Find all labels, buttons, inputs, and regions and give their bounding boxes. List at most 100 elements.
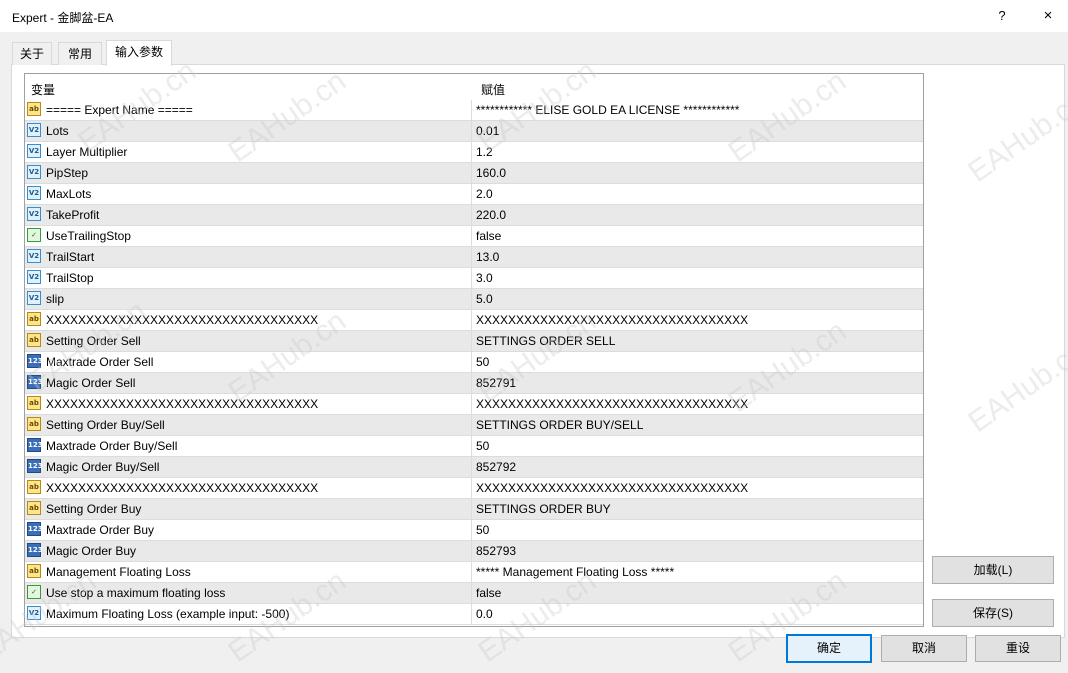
- variable-cell[interactable]: V2 Lots: [25, 121, 472, 141]
- variable-value[interactable]: XXXXXXXXXXXXXXXXXXXXXXXXXXXXXXXXXX: [476, 313, 748, 327]
- table-row[interactable]: 123 Magic Order Buy/Sell 852792: [25, 457, 923, 478]
- variable-value[interactable]: false: [476, 586, 501, 600]
- value-cell[interactable]: 160.0: [476, 163, 923, 183]
- table-row[interactable]: 123 Magic Order Buy 852793: [25, 541, 923, 562]
- variable-cell[interactable]: ab XXXXXXXXXXXXXXXXXXXXXXXXXXXXXXXXXX: [25, 478, 472, 498]
- table-row[interactable]: V2 Maximum Floating Loss (example input: …: [25, 604, 923, 625]
- value-cell[interactable]: SETTINGS ORDER SELL: [476, 331, 923, 351]
- variable-cell[interactable]: ab Management Floating Loss: [25, 562, 472, 582]
- value-cell[interactable]: 3.0: [476, 268, 923, 288]
- variable-cell[interactable]: ✓ UseTrailingStop: [25, 226, 472, 246]
- variable-value[interactable]: 2.0: [476, 187, 493, 201]
- cancel-button[interactable]: 取消: [881, 635, 967, 662]
- table-row[interactable]: 123 Maxtrade Order Sell 50: [25, 352, 923, 373]
- value-cell[interactable]: XXXXXXXXXXXXXXXXXXXXXXXXXXXXXXXXXX: [476, 310, 923, 330]
- value-cell[interactable]: 13.0: [476, 247, 923, 267]
- table-row[interactable]: V2 TakeProfit 220.0: [25, 205, 923, 226]
- table-row[interactable]: 123 Maxtrade Order Buy 50: [25, 520, 923, 541]
- variable-value[interactable]: 852791: [476, 376, 516, 390]
- table-row[interactable]: ab XXXXXXXXXXXXXXXXXXXXXXXXXXXXXXXXXX XXXX…: [25, 310, 923, 331]
- variable-value[interactable]: 50: [476, 439, 489, 453]
- variable-value[interactable]: false: [476, 229, 501, 243]
- value-cell[interactable]: 50: [476, 436, 923, 456]
- value-cell[interactable]: 0.0: [476, 604, 923, 624]
- value-cell[interactable]: 852793: [476, 541, 923, 561]
- table-row[interactable]: ab Setting Order Sell SETTINGS ORDER SELL: [25, 331, 923, 352]
- variable-value[interactable]: 852793: [476, 544, 516, 558]
- tab-about[interactable]: 关于: [12, 42, 52, 65]
- variable-cell[interactable]: ab ===== Expert Name =====: [25, 100, 472, 120]
- variable-cell[interactable]: ab Setting Order Buy: [25, 499, 472, 519]
- value-cell[interactable]: 0.01: [476, 121, 923, 141]
- tab-common[interactable]: 常用: [58, 42, 102, 65]
- value-cell[interactable]: 1.2: [476, 142, 923, 162]
- table-row[interactable]: V2 TrailStart 13.0: [25, 247, 923, 268]
- variable-value[interactable]: 3.0: [476, 271, 493, 285]
- column-header-variable[interactable]: 变量: [31, 81, 55, 98]
- value-cell[interactable]: ************ ELISE GOLD EA LICENSE *****…: [476, 100, 923, 120]
- variable-value[interactable]: XXXXXXXXXXXXXXXXXXXXXXXXXXXXXXXXXX: [476, 397, 748, 411]
- variable-cell[interactable]: V2 slip: [25, 289, 472, 309]
- reset-button[interactable]: 重设: [975, 635, 1061, 662]
- value-cell[interactable]: false: [476, 226, 923, 246]
- table-row[interactable]: V2 PipStep 160.0: [25, 163, 923, 184]
- variable-cell[interactable]: ab XXXXXXXXXXXXXXXXXXXXXXXXXXXXXXXXXX: [25, 394, 472, 414]
- table-row[interactable]: V2 Lots 0.01: [25, 121, 923, 142]
- value-cell[interactable]: SETTINGS ORDER BUY: [476, 499, 923, 519]
- variable-cell[interactable]: 123 Magic Order Buy: [25, 541, 472, 561]
- value-cell[interactable]: XXXXXXXXXXXXXXXXXXXXXXXXXXXXXXXXXX: [476, 478, 923, 498]
- variable-cell[interactable]: V2 MaxLots: [25, 184, 472, 204]
- variable-value[interactable]: 220.0: [476, 208, 506, 222]
- value-cell[interactable]: false: [476, 583, 923, 603]
- variable-value[interactable]: 0.01: [476, 124, 499, 138]
- value-cell[interactable]: ***** Management Floating Loss *****: [476, 562, 923, 582]
- value-cell[interactable]: 852791: [476, 373, 923, 393]
- table-row[interactable]: V2 TrailStop 3.0: [25, 268, 923, 289]
- ok-button[interactable]: 确定: [786, 634, 872, 663]
- variable-cell[interactable]: ✓ Use stop a maximum floating loss: [25, 583, 472, 603]
- save-button[interactable]: 保存(S): [932, 599, 1054, 627]
- variable-cell[interactable]: V2 TakeProfit: [25, 205, 472, 225]
- variable-value[interactable]: 0.0: [476, 607, 493, 621]
- variable-cell[interactable]: V2 PipStep: [25, 163, 472, 183]
- variable-cell[interactable]: 123 Maxtrade Order Buy/Sell: [25, 436, 472, 456]
- variable-value[interactable]: ************ ELISE GOLD EA LICENSE *****…: [476, 103, 739, 117]
- table-row[interactable]: ab Management Floating Loss ***** Manageme…: [25, 562, 923, 583]
- table-row[interactable]: V2 MaxLots 2.0: [25, 184, 923, 205]
- variable-value[interactable]: 5.0: [476, 292, 493, 306]
- variable-value[interactable]: 13.0: [476, 250, 499, 264]
- variable-cell[interactable]: V2 TrailStop: [25, 268, 472, 288]
- tab-inputs[interactable]: 输入参数: [106, 40, 172, 66]
- variable-cell[interactable]: ab XXXXXXXXXXXXXXXXXXXXXXXXXXXXXXXXXX: [25, 310, 472, 330]
- variable-cell[interactable]: 123 Maxtrade Order Buy: [25, 520, 472, 540]
- table-row[interactable]: ab Setting Order Buy/Sell SETTINGS ORDER B…: [25, 415, 923, 436]
- value-cell[interactable]: XXXXXXXXXXXXXXXXXXXXXXXXXXXXXXXXXX: [476, 394, 923, 414]
- variable-value[interactable]: XXXXXXXXXXXXXXXXXXXXXXXXXXXXXXXXXX: [476, 481, 748, 495]
- table-row[interactable]: V2 slip 5.0: [25, 289, 923, 310]
- value-cell[interactable]: 220.0: [476, 205, 923, 225]
- close-icon[interactable]: ×: [1030, 4, 1066, 28]
- variable-value[interactable]: 852792: [476, 460, 516, 474]
- variable-cell[interactable]: 123 Maxtrade Order Sell: [25, 352, 472, 372]
- variable-cell[interactable]: ab Setting Order Buy/Sell: [25, 415, 472, 435]
- table-row[interactable]: ab ===== Expert Name ===== ************ EL…: [25, 100, 923, 121]
- variable-value[interactable]: SETTINGS ORDER SELL: [476, 334, 615, 348]
- value-cell[interactable]: 852792: [476, 457, 923, 477]
- value-cell[interactable]: 5.0: [476, 289, 923, 309]
- table-row[interactable]: ab XXXXXXXXXXXXXXXXXXXXXXXXXXXXXXXXXX XXXX…: [25, 394, 923, 415]
- table-row[interactable]: ab Setting Order Buy SETTINGS ORDER BUY: [25, 499, 923, 520]
- variable-cell[interactable]: V2 Maximum Floating Loss (example input: …: [25, 604, 472, 624]
- column-header-value[interactable]: 赋值: [481, 81, 505, 98]
- value-cell[interactable]: 50: [476, 520, 923, 540]
- table-row[interactable]: ✓ Use stop a maximum floating loss false: [25, 583, 923, 604]
- value-cell[interactable]: SETTINGS ORDER BUY/SELL: [476, 415, 923, 435]
- variable-value[interactable]: 1.2: [476, 145, 493, 159]
- table-row[interactable]: V2 Layer Multiplier 1.2: [25, 142, 923, 163]
- variable-value[interactable]: ***** Management Floating Loss *****: [476, 565, 674, 579]
- variable-cell[interactable]: 123 Magic Order Buy/Sell: [25, 457, 472, 477]
- table-row[interactable]: ab XXXXXXXXXXXXXXXXXXXXXXXXXXXXXXXXXX XXXX…: [25, 478, 923, 499]
- variable-cell[interactable]: V2 Layer Multiplier: [25, 142, 472, 162]
- variable-cell[interactable]: V2 TrailStart: [25, 247, 472, 267]
- variable-value[interactable]: 50: [476, 355, 489, 369]
- variable-value[interactable]: SETTINGS ORDER BUY: [476, 502, 611, 516]
